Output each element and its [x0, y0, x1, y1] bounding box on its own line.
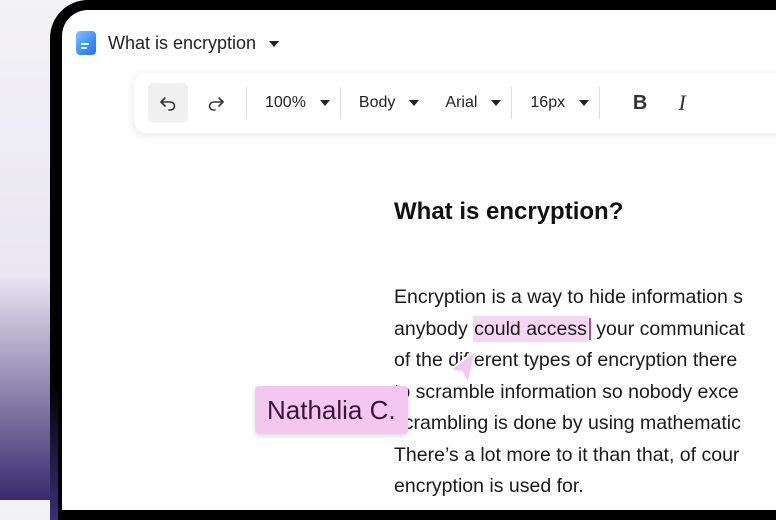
chevron-down-icon — [491, 100, 502, 106]
document-title-bar: What is encryption — [76, 30, 280, 56]
undo-button[interactable] — [148, 83, 188, 123]
body-line: There’s a lot more to it than that, of c… — [394, 443, 740, 466]
document-heading[interactable]: What is encryption? — [394, 198, 623, 226]
font-family-dropdown[interactable]: Arial — [445, 83, 502, 123]
toolbar-divider — [246, 87, 247, 119]
italic-button[interactable]: I — [666, 83, 698, 123]
redo-button[interactable] — [196, 83, 236, 123]
collaborator-name-tag: Nathalia C. — [255, 386, 408, 434]
body-line: Encryption is a way to hide information … — [394, 286, 744, 308]
text-style-value: Body — [358, 94, 396, 111]
body-line: anybody could access your communicat — [394, 315, 745, 342]
chevron-down-icon — [409, 100, 420, 106]
body-line: encryption is used for. — [394, 475, 584, 497]
bold-button[interactable]: B — [624, 83, 656, 123]
chevron-down-icon — [579, 100, 590, 106]
document-title[interactable]: What is encryption — [108, 33, 256, 54]
title-chevron-down-icon[interactable] — [269, 41, 280, 47]
docs-app-icon — [76, 31, 96, 55]
editor-window: What is encryption 100% Body Arial 16px … — [62, 10, 776, 510]
redo-icon — [208, 97, 224, 111]
font-size-value: 16px — [530, 94, 566, 111]
body-line: scrambling is done by using mathematic — [394, 412, 741, 434]
document-body[interactable]: Encryption is a way to hide information … — [394, 282, 776, 503]
toolbar-divider — [511, 87, 513, 119]
zoom-dropdown[interactable]: 100% — [265, 83, 330, 123]
toolbar-divider — [339, 87, 341, 119]
chevron-down-icon — [319, 100, 330, 106]
toolbar-divider — [599, 87, 601, 119]
collaborator-selection[interactable]: could access — [473, 315, 588, 342]
undo-icon — [160, 97, 176, 111]
font-family-value: Arial — [445, 94, 478, 111]
collaborator-cursor-icon — [449, 349, 477, 385]
formatting-toolbar: 100% Body Arial 16px B I — [134, 73, 776, 133]
text-style-dropdown[interactable]: Body — [358, 83, 420, 123]
zoom-value: 100% — [265, 94, 306, 111]
font-size-dropdown[interactable]: 16px — [530, 83, 590, 123]
